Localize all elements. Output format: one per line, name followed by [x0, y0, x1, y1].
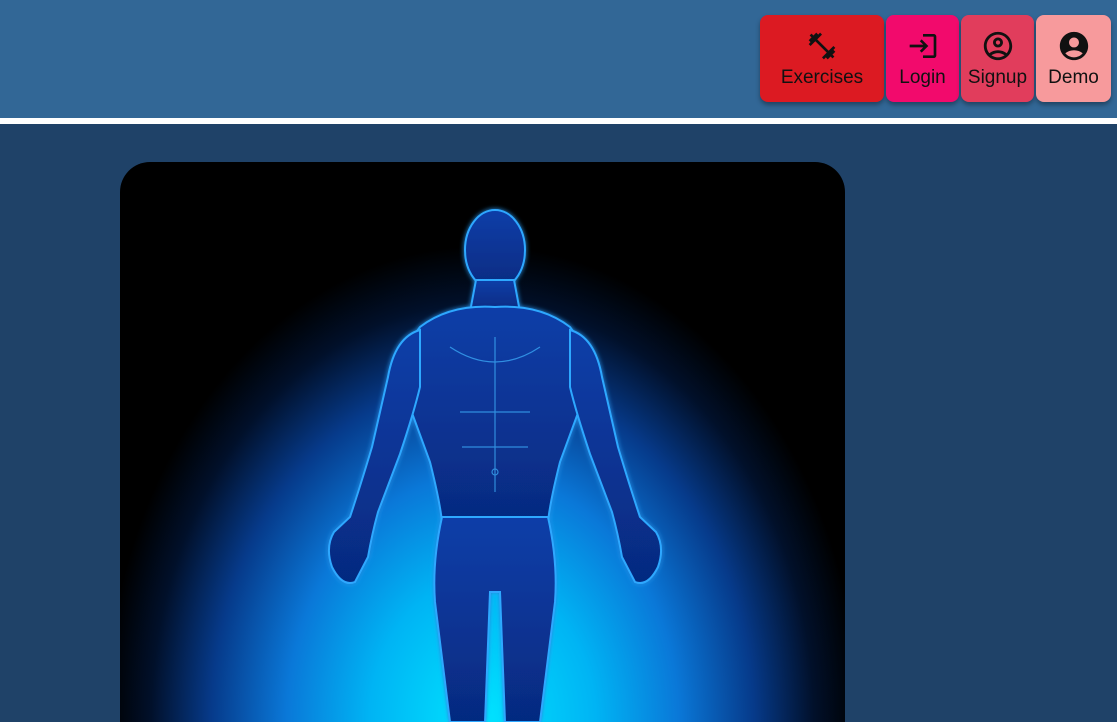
- dumbbell-icon: [805, 29, 839, 63]
- account-circle-outline-icon: [981, 29, 1015, 63]
- demo-label: Demo: [1048, 67, 1099, 88]
- login-icon: [906, 29, 940, 63]
- nav-buttons: Exercises Login Signup Demo: [760, 15, 1111, 102]
- top-bar: Exercises Login Signup Demo: [0, 0, 1117, 118]
- signup-label: Signup: [967, 67, 1028, 88]
- hero-image: [120, 162, 845, 722]
- signup-button[interactable]: Signup: [961, 15, 1034, 102]
- human-body-figure: [328, 209, 662, 722]
- demo-button[interactable]: Demo: [1036, 15, 1111, 102]
- exercises-button[interactable]: Exercises: [760, 15, 884, 102]
- account-circle-icon: [1057, 29, 1091, 63]
- header-divider: [0, 118, 1117, 124]
- exercises-label: Exercises: [780, 67, 864, 88]
- login-label: Login: [899, 67, 946, 88]
- login-button[interactable]: Login: [886, 15, 959, 102]
